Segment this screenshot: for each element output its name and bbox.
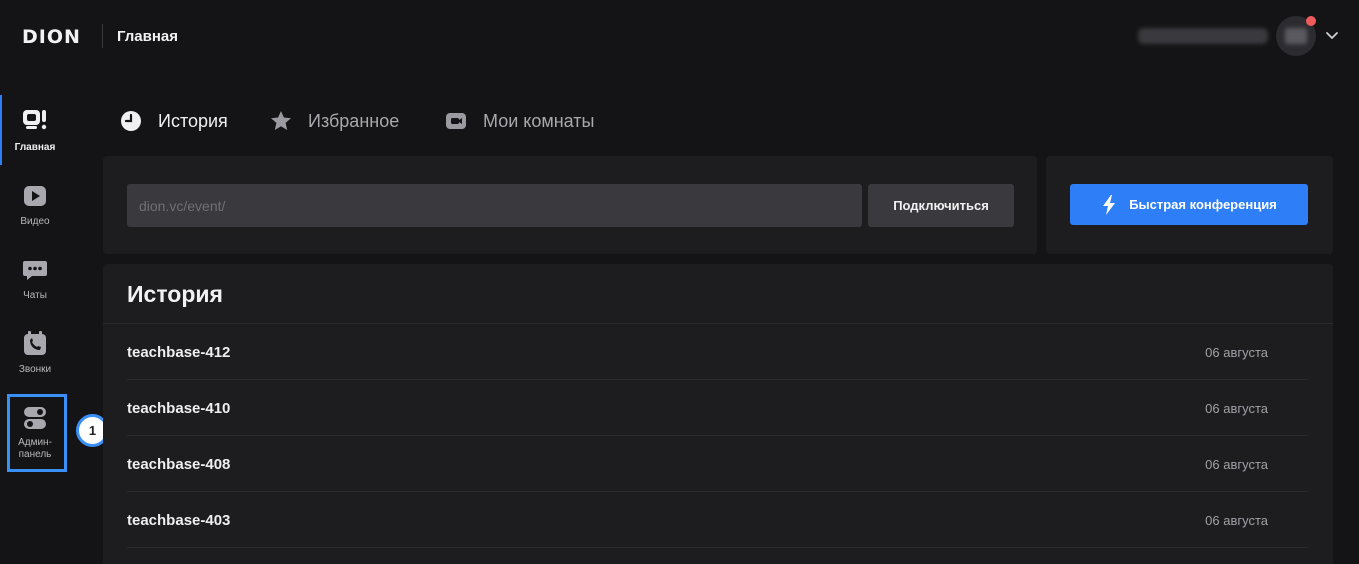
history-row-date: 06 августа: [1205, 457, 1268, 472]
avatar-image: [1285, 28, 1307, 44]
event-url-input[interactable]: [127, 184, 862, 227]
play-icon: [24, 186, 46, 206]
sidebar-label-home: Главная: [14, 142, 56, 153]
phone-calendar-icon: [24, 331, 46, 355]
history-row-date: 06 августа: [1205, 345, 1268, 360]
history-row[interactable]: teachbase-403 06 августа: [127, 492, 1308, 548]
tab-history[interactable]: История: [120, 106, 228, 136]
history-row-name: teachbase-408: [127, 456, 231, 473]
history-row-name: teachbase-410: [127, 400, 231, 417]
top-bar: DION Главная: [0, 0, 1359, 74]
quick-conference-button[interactable]: Быстрая конференция: [1070, 184, 1308, 225]
tab-history-label: История: [158, 110, 228, 131]
clock-icon: [121, 111, 141, 131]
sidebar-item-video[interactable]: Видео: [0, 170, 70, 240]
notification-dot: [1306, 16, 1316, 26]
history-row-name: teachbase-412: [127, 344, 231, 361]
dion-logo[interactable]: DION: [22, 26, 81, 48]
chevron-down-icon[interactable]: [1325, 28, 1339, 42]
star-icon: [271, 111, 291, 130]
history-row[interactable]: teachbase-410 06 августа: [127, 380, 1308, 436]
lightning-icon: [1103, 194, 1116, 215]
sidebar-label-chats: Чаты: [23, 290, 47, 301]
sidebar-label-calls: Звонки: [18, 364, 52, 375]
history-row-name: teachbase-403: [127, 512, 231, 529]
chat-icon: [23, 261, 47, 280]
sidebar-item-calls[interactable]: Звонки: [0, 318, 70, 388]
quick-conference-label: Быстрая конференция: [1129, 197, 1277, 212]
connect-button[interactable]: Подключиться: [868, 184, 1014, 227]
camera-icon: [446, 113, 466, 129]
sidebar-label-video: Видео: [20, 216, 50, 227]
history-row[interactable]: teachbase-412 06 августа: [127, 324, 1308, 380]
tab-favorites-label: Избранное: [308, 110, 400, 131]
sidebar-item-home[interactable]: Главная: [0, 95, 70, 165]
logo-divider: [102, 24, 103, 48]
history-title: История: [127, 281, 223, 307]
history-row-date: 06 августа: [1205, 513, 1268, 528]
home-camera-icon: [23, 110, 47, 130]
annotation-highlight-box: [7, 394, 67, 472]
tab-favorites[interactable]: Избранное: [270, 106, 399, 136]
sidebar-item-chats[interactable]: Чаты: [0, 244, 70, 314]
tab-my-rooms-label: Мои комнаты: [483, 110, 595, 131]
page-title: Главная: [117, 28, 179, 45]
history-row[interactable]: teachbase-408 06 августа: [127, 436, 1308, 492]
user-name-blurred[interactable]: [1138, 28, 1268, 44]
history-row-date: 06 августа: [1205, 401, 1268, 416]
tab-my-rooms[interactable]: Мои комнаты: [445, 106, 594, 136]
